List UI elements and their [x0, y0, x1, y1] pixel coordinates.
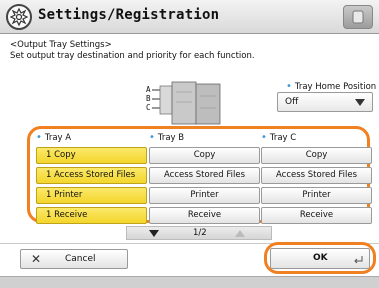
close-icon: ✕ [31, 252, 42, 266]
tray-label: Tray B [157, 133, 185, 143]
tray-home-position-label: • Tray Home Position [286, 81, 376, 92]
tray-header: • Tray C [261, 132, 372, 144]
tray-b-copy-button[interactable]: Copy [149, 147, 260, 164]
title-bar: Settings/Registration [0, 0, 379, 34]
tray-home-position-text: Tray Home Position [294, 82, 377, 92]
tray-header: • Tray A [36, 132, 147, 144]
settings-icon [6, 4, 32, 30]
tray-b-printer-button[interactable]: Printer [149, 187, 260, 204]
ok-label: OK [313, 253, 328, 263]
tray-c-access-stored-files-button[interactable]: Access Stored Files [261, 167, 372, 184]
tray-column-a: • Tray A 1 Copy 1 Access Stored Files 1 P… [36, 132, 147, 227]
tray-b-receive-button[interactable]: Receive [149, 207, 260, 224]
page-indicator: 1/2 [193, 228, 207, 238]
tray-c-receive-button[interactable]: Receive [261, 207, 372, 224]
help-icon[interactable] [343, 5, 373, 29]
cancel-button[interactable]: ✕ Cancel [20, 249, 128, 269]
machine-illustration [152, 81, 221, 125]
tray-a-copy-button[interactable]: 1 Copy [36, 147, 147, 164]
tray-home-position-value: Off [285, 97, 299, 107]
page-down-icon[interactable] [149, 230, 159, 238]
tray-a-printer-button[interactable]: 1 Printer [36, 187, 147, 204]
status-bar [0, 276, 379, 288]
tray-column-b: • Tray B Copy Access Stored Files Printer… [149, 132, 260, 227]
tray-c-copy-button[interactable]: Copy [261, 147, 372, 164]
page-title: Settings/Registration [38, 7, 220, 23]
tray-home-position-select[interactable]: Off [277, 92, 373, 112]
pager: 1/2 [126, 226, 272, 240]
bullet-icon: • [36, 132, 42, 143]
bullet-icon: • [261, 132, 267, 143]
chevron-down-icon [355, 99, 365, 106]
return-icon [354, 256, 363, 264]
tray-b-access-stored-files-button[interactable]: Access Stored Files [149, 167, 260, 184]
bullet-icon: • [149, 132, 155, 143]
bullet-icon: • [286, 81, 292, 92]
instruction-text: Set output tray destination and priority… [10, 51, 255, 61]
tray-label: Tray C [269, 133, 297, 143]
tray-column-c: • Tray C Copy Access Stored Files Printer… [261, 132, 372, 227]
cancel-label: Cancel [65, 254, 96, 264]
tray-label: Tray A [44, 133, 72, 143]
ok-button[interactable]: OK [270, 248, 370, 269]
tray-a-access-stored-files-button[interactable]: 1 Access Stored Files [36, 167, 147, 184]
tray-c-printer-button[interactable]: Printer [261, 187, 372, 204]
tray-a-receive-button[interactable]: 1 Receive [36, 207, 147, 224]
description: <Output Tray Settings> Set output tray d… [10, 40, 255, 62]
page-up-icon[interactable] [235, 230, 245, 238]
tray-header: • Tray B [149, 132, 260, 144]
section-heading: <Output Tray Settings> [10, 40, 112, 50]
